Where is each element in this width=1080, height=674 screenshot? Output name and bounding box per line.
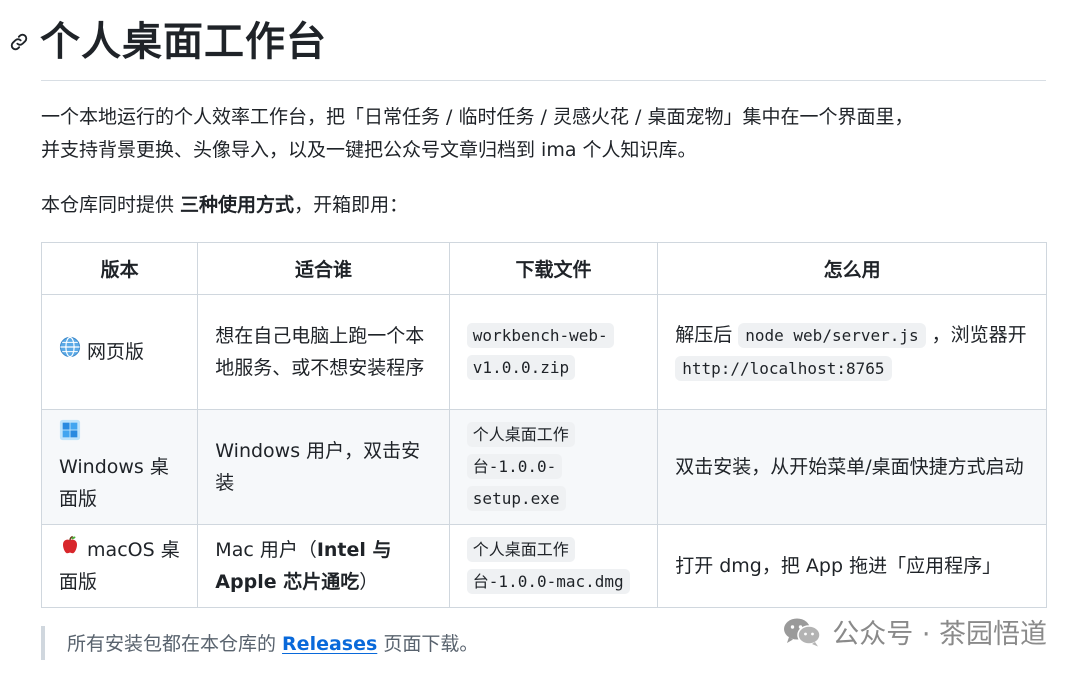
note-text: 页面下载。	[377, 633, 479, 655]
audience-text: Mac 用户（	[215, 539, 317, 561]
audience-text: ）	[359, 571, 379, 593]
table-header-row: 版本 适合谁 下载文件 怎么用	[40, 242, 1047, 295]
header-version: 版本	[40, 242, 199, 295]
page-title: 个人桌面工作台	[40, 19, 327, 65]
windows-icon	[59, 419, 81, 451]
note-blockquote: 所有安装包都在本仓库的 Releases 页面下载。	[41, 626, 478, 660]
version-label: 网页版	[87, 340, 145, 363]
wechat-icon	[782, 616, 822, 648]
audience-cell: 想在自己电脑上跑一个本地服务、或不想安装程序	[197, 294, 450, 410]
version-cell: macOS 桌面版	[40, 524, 199, 608]
version-label: Windows 桌面版	[59, 456, 169, 511]
usage-text: ，浏览器开	[925, 324, 1027, 346]
file-cell: 个人桌面工作台-1.0.0-mac.dmg	[448, 524, 659, 608]
download-table: 版本 适合谁 下载文件 怎么用 网页版 想在自己电脑上跑一个本地服务、或不想安装…	[40, 242, 1047, 608]
usage-text: 解压后	[675, 324, 739, 346]
releases-link[interactable]: Releases	[282, 633, 377, 655]
usage-cell: 双击安装，从开始菜单/桌面快捷方式启动	[657, 409, 1047, 525]
lead-strong: 三种使用方式	[180, 194, 295, 216]
audience-cell: Windows 用户，双击安装	[197, 409, 450, 525]
file-name: workbench-web-v1.0.0.zip	[466, 323, 614, 380]
version-cell: 网页版	[40, 294, 199, 410]
watermark-text: 公众号 · 茶园悟道	[832, 619, 1047, 650]
header-audience: 适合谁	[197, 242, 450, 295]
table-row: Windows 桌面版 Windows 用户，双击安装 个人桌面工作台-1.0.…	[40, 409, 1047, 525]
lead-text-after: ，开箱即用：	[294, 194, 409, 216]
version-cell: Windows 桌面版	[40, 409, 199, 525]
note-text: 所有安装包都在本仓库的	[67, 633, 283, 655]
heading-row: 个人桌面工作台	[8, 14, 327, 70]
lead-paragraph: 本仓库同时提供 三种使用方式，开箱即用：	[41, 189, 408, 222]
file-name: 个人桌面工作台-1.0.0-mac.dmg	[466, 537, 630, 594]
link-icon[interactable]	[8, 31, 30, 53]
header-usage: 怎么用	[657, 242, 1047, 295]
intro-line-2: 并支持背景更换、头像导入，以及一键把公众号文章归档到 ima 个人知识库。	[41, 139, 697, 161]
header-file: 下载文件	[448, 242, 659, 295]
usage-cell: 打开 dmg，把 App 拖进「应用程序」	[657, 524, 1047, 608]
url-code: http://localhost:8765	[675, 356, 892, 381]
lead-text-before: 本仓库同时提供	[41, 194, 181, 216]
watermark: 公众号 · 茶园悟道	[782, 612, 1047, 651]
audience-cell: Mac 用户（Intel 与 Apple 芯片通吃）	[197, 524, 450, 608]
table-row: macOS 桌面版 Mac 用户（Intel 与 Apple 芯片通吃） 个人桌…	[40, 524, 1047, 608]
command-code: node web/server.js	[738, 323, 926, 348]
intro-paragraph: 一个本地运行的个人效率工作台，把「日常任务 / 临时任务 / 灵感火花 / 桌面…	[41, 101, 1041, 167]
globe-icon	[59, 336, 81, 368]
usage-cell: 解压后 node web/server.js ，浏览器开 http://loca…	[657, 294, 1047, 410]
file-name: 个人桌面工作台-1.0.0-setup.exe	[466, 422, 575, 511]
file-cell: 个人桌面工作台-1.0.0-setup.exe	[448, 409, 659, 525]
file-cell: workbench-web-v1.0.0.zip	[448, 294, 659, 410]
apple-icon	[59, 534, 81, 566]
table-row: 网页版 想在自己电脑上跑一个本地服务、或不想安装程序 workbench-web…	[40, 294, 1047, 410]
intro-line-1: 一个本地运行的个人效率工作台，把「日常任务 / 临时任务 / 灵感火花 / 桌面…	[41, 106, 914, 128]
title-divider	[41, 80, 1046, 81]
readme-content: 个人桌面工作台 一个本地运行的个人效率工作台，把「日常任务 / 临时任务 / 灵…	[0, 0, 1080, 674]
